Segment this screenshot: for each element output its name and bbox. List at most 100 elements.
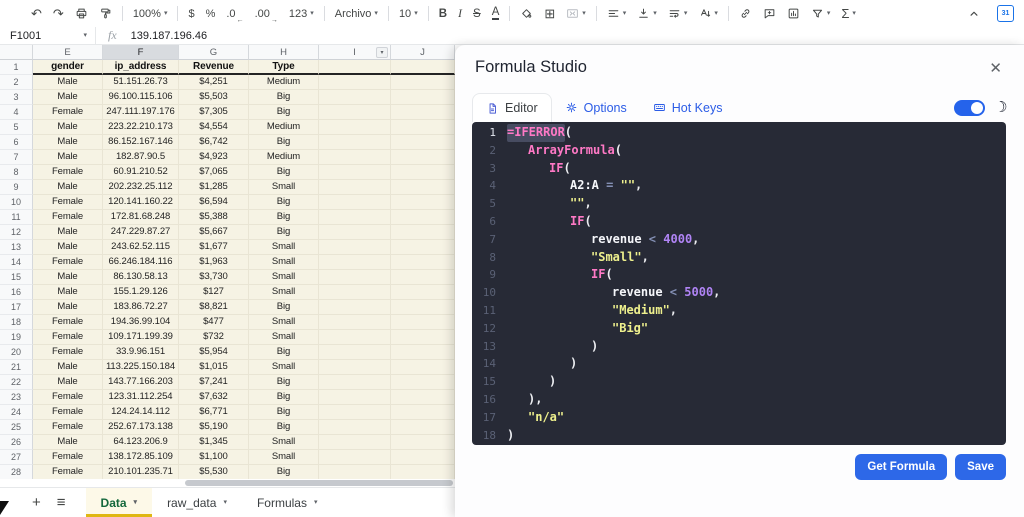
cell[interactable]: Male <box>33 225 103 240</box>
cell[interactable]: Big <box>249 90 319 105</box>
row-number[interactable]: 27 <box>0 450 33 465</box>
row-number[interactable]: 5 <box>0 120 33 135</box>
cell[interactable]: Female <box>33 315 103 330</box>
code-line-4[interactable]: 4 A2:A = "", <box>472 177 1006 195</box>
cell[interactable]: gender <box>33 60 103 75</box>
cell[interactable]: 252.67.173.138 <box>103 420 179 435</box>
cell[interactable]: $5,667 <box>179 225 249 240</box>
cell[interactable]: $1,963 <box>179 255 249 270</box>
code-line-7[interactable]: 7 revenue < 4000, <box>472 231 1006 249</box>
cell[interactable]: Male <box>33 375 103 390</box>
cell[interactable] <box>319 225 391 240</box>
dark-mode-toggle[interactable] <box>953 99 985 116</box>
create-filter-button[interactable]: ▾ <box>806 3 836 25</box>
cell[interactable]: 60.91.210.52 <box>103 165 179 180</box>
text-color-button[interactable]: A <box>487 3 505 25</box>
cell[interactable]: $732 <box>179 330 249 345</box>
tab-hot-keys[interactable]: Hot Keys <box>640 93 736 122</box>
cell[interactable]: Male <box>33 300 103 315</box>
cell[interactable]: 51.151.26.73 <box>103 75 179 90</box>
cell[interactable]: Medium <box>249 75 319 90</box>
zoom-button[interactable]: 100% ▾ <box>128 3 173 25</box>
cell[interactable]: Female <box>33 330 103 345</box>
cell[interactable]: $5,954 <box>179 345 249 360</box>
close-button[interactable]: ✕ <box>987 57 1004 79</box>
cell[interactable] <box>319 120 391 135</box>
row-number[interactable]: 9 <box>0 180 33 195</box>
cell[interactable]: $4,554 <box>179 120 249 135</box>
cell[interactable]: Female <box>33 405 103 420</box>
code-line-3[interactable]: 3 IF( <box>472 160 1006 178</box>
row-number[interactable]: 8 <box>0 165 33 180</box>
row-number[interactable]: 10 <box>0 195 33 210</box>
cell[interactable]: Female <box>33 165 103 180</box>
cell[interactable]: Male <box>33 75 103 90</box>
cell[interactable]: $1,100 <box>179 450 249 465</box>
cell[interactable]: Female <box>33 345 103 360</box>
cell[interactable]: Big <box>249 420 319 435</box>
cell[interactable] <box>319 270 391 285</box>
cell[interactable]: 123.31.112.254 <box>103 390 179 405</box>
cell[interactable]: Female <box>33 450 103 465</box>
cell[interactable]: Female <box>33 390 103 405</box>
cell[interactable]: Big <box>249 345 319 360</box>
cell[interactable]: Small <box>249 285 319 300</box>
cell[interactable]: Big <box>249 105 319 120</box>
cell[interactable]: Male <box>33 180 103 195</box>
cell[interactable]: 66.246.184.116 <box>103 255 179 270</box>
code-editor[interactable]: 1 =IFERROR(2 ArrayFormula(3 IF(4 A2:A = "", 5… <box>472 122 1006 445</box>
cell[interactable]: $127 <box>179 285 249 300</box>
code-line-5[interactable]: 5 "", <box>472 195 1006 213</box>
cell[interactable]: Male <box>33 360 103 375</box>
cell[interactable]: $7,305 <box>179 105 249 120</box>
cell[interactable]: 223.22.210.173 <box>103 120 179 135</box>
cell[interactable] <box>391 330 455 345</box>
cell[interactable]: Male <box>33 90 103 105</box>
sheet-tab-formulas[interactable]: Formulas ▾ <box>242 488 333 517</box>
cell[interactable]: Big <box>249 405 319 420</box>
cell[interactable] <box>391 225 455 240</box>
row-number[interactable]: 15 <box>0 270 33 285</box>
cell[interactable] <box>391 375 455 390</box>
row-number[interactable]: 24 <box>0 405 33 420</box>
borders-button[interactable]: ⊞ <box>539 3 560 25</box>
cell[interactable]: $3,730 <box>179 270 249 285</box>
cell[interactable]: 138.172.85.109 <box>103 450 179 465</box>
cell[interactable]: 172.81.68.248 <box>103 210 179 225</box>
tab-editor[interactable]: Editor <box>472 93 552 122</box>
column-header-J[interactable]: J <box>391 45 455 60</box>
cell[interactable]: $1,285 <box>179 180 249 195</box>
row-number[interactable]: 13 <box>0 240 33 255</box>
insert-comment-button[interactable] <box>758 3 781 25</box>
font-button[interactable]: Archivo ▾ <box>330 3 383 25</box>
calendar-icon[interactable]: 31 <box>997 5 1014 22</box>
cell[interactable] <box>319 285 391 300</box>
cell[interactable] <box>319 105 391 120</box>
cell[interactable]: Big <box>249 390 319 405</box>
cell[interactable] <box>391 360 455 375</box>
cell[interactable]: $7,241 <box>179 375 249 390</box>
code-line-8[interactable]: 8 "Small", <box>472 249 1006 267</box>
cell[interactable] <box>319 375 391 390</box>
cell[interactable] <box>391 420 455 435</box>
cell[interactable]: 113.225.150.184 <box>103 360 179 375</box>
code-line-17[interactable]: 17 "n/a" <box>472 409 1006 427</box>
cell[interactable]: 247.229.87.27 <box>103 225 179 240</box>
cell[interactable] <box>391 345 455 360</box>
cell[interactable]: Small <box>249 315 319 330</box>
cell[interactable] <box>319 135 391 150</box>
cell[interactable] <box>319 360 391 375</box>
row-number[interactable]: 6 <box>0 135 33 150</box>
cell[interactable]: Male <box>33 150 103 165</box>
cell[interactable] <box>391 60 455 75</box>
insert-link-button[interactable] <box>734 3 757 25</box>
cell[interactable]: Medium <box>249 120 319 135</box>
redo-button[interactable]: ↷ <box>48 3 69 25</box>
column-menu-button[interactable]: ▾ <box>376 46 388 58</box>
cell[interactable]: 109.171.199.39 <box>103 330 179 345</box>
column-header-G[interactable]: G <box>179 45 249 60</box>
cell[interactable]: $477 <box>179 315 249 330</box>
cell[interactable]: Male <box>33 240 103 255</box>
cell[interactable] <box>391 105 455 120</box>
cell[interactable] <box>319 330 391 345</box>
